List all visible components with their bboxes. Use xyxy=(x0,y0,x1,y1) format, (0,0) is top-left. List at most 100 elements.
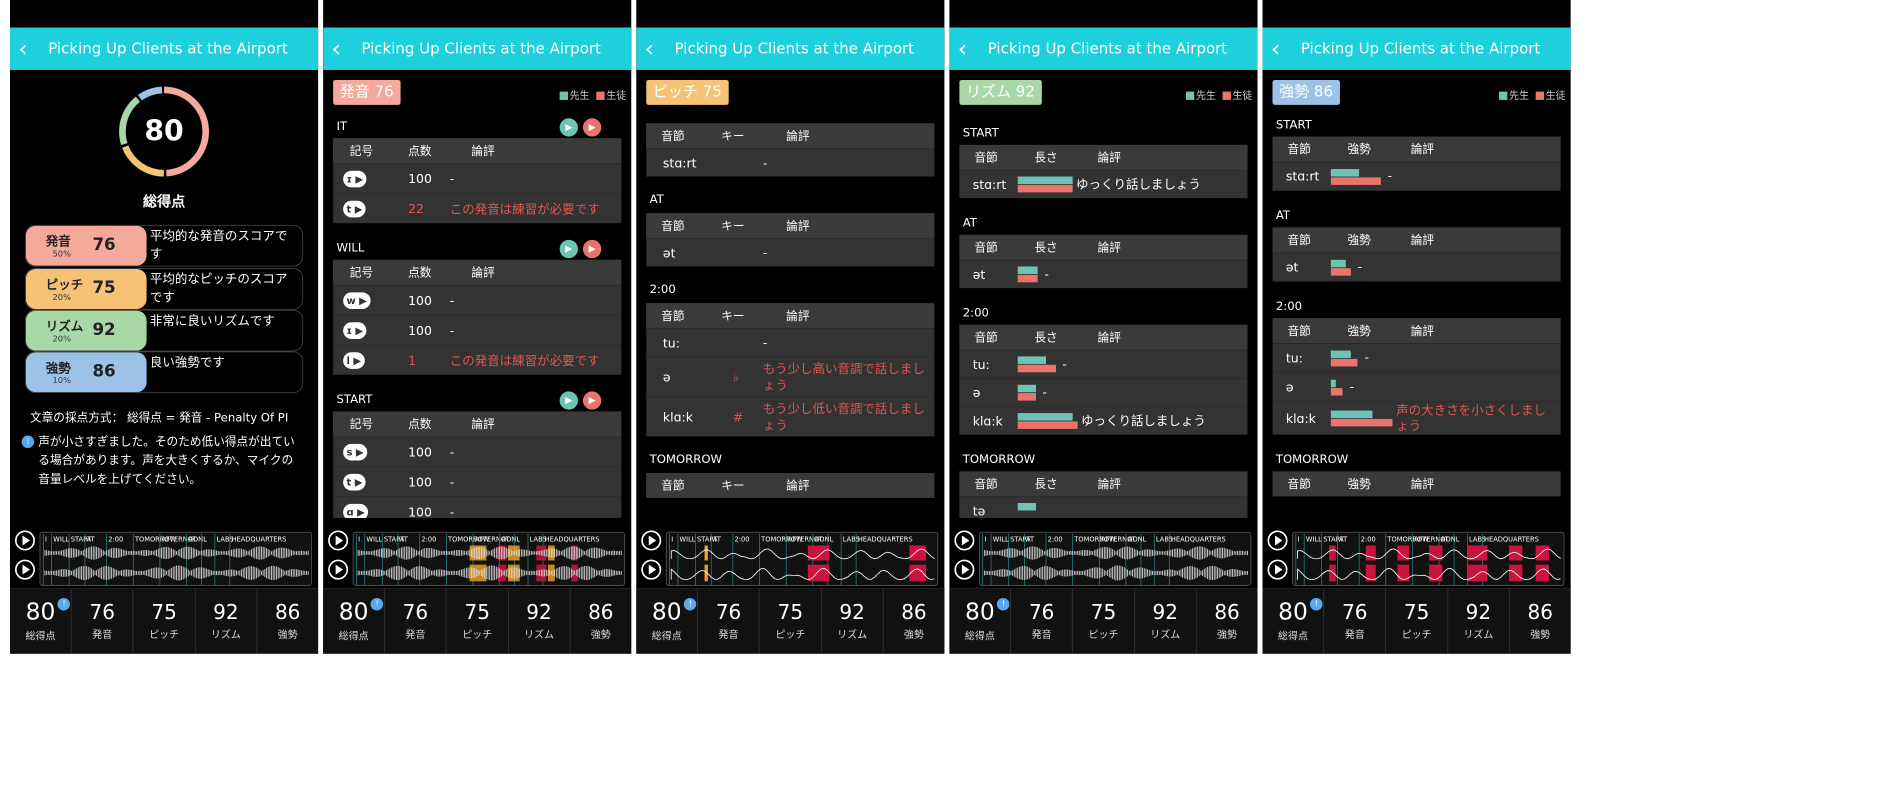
category-comment: 平均的な発音のスコアです xyxy=(149,228,288,262)
tab-value-text: 80 xyxy=(338,598,369,626)
tab-value-text: 86 xyxy=(1214,600,1240,625)
back-icon[interactable]: ‹ xyxy=(18,37,43,60)
legend-student: 生徒 xyxy=(1232,89,1253,102)
back-icon[interactable]: ‹ xyxy=(331,37,356,60)
phoneme-play-button[interactable]: w ▶ xyxy=(343,291,371,309)
wave-word-label: HEADQUARTERS xyxy=(1484,535,1539,543)
summary-content: 80 総得点 発音 50% 76 平均的な発音のスコアです ピッチ 20% 75 平均的なピッチの… xyxy=(10,70,318,518)
waveform-svg: I WILL STARTAT 2:00 TOMORROWAFTERNOONAT L LABS… xyxy=(14,530,312,586)
column-header: 記号 xyxy=(349,266,374,280)
tab-3[interactable]: 92 リズム xyxy=(822,588,884,654)
table-row: klɑ:k # もう少し低い音調で話しましょう xyxy=(646,396,935,436)
tab-1[interactable]: 76 発音 xyxy=(1011,588,1073,654)
tab-value: 80! xyxy=(26,598,71,626)
tab-2[interactable]: 75 ピッチ xyxy=(1386,588,1448,654)
waveform-panel: I WILL START AT 2:00 TOMORROW AFTERNOON AT L LABS… xyxy=(1263,523,1571,588)
tab-0[interactable]: 80! 総得点 xyxy=(323,588,385,654)
wave-word-label: L xyxy=(829,535,833,543)
tab-2[interactable]: 75 ピッチ xyxy=(134,588,196,654)
wave-word-label: WILL xyxy=(366,535,382,543)
column-header: 点数 xyxy=(408,418,432,432)
teacher-play-icon[interactable]: ▶ xyxy=(559,391,578,410)
wave-word-label: WILL xyxy=(993,535,1009,543)
tab-label: リズム xyxy=(524,628,554,641)
pronunciation-content: 発音 76 先生 生徒 IT ▶ ▶ 記号 点数 論評 ɪ ▶ 100- t ▶ 22 この発音は練習が必… xyxy=(323,70,631,519)
tab-0[interactable]: 80! 総得点 xyxy=(1263,588,1325,654)
section-word: 2:00 xyxy=(962,306,989,320)
header-title: Picking Up Clients at the Airport xyxy=(987,39,1228,58)
category-score: 92 xyxy=(92,318,116,339)
student-play-icon[interactable]: ▶ xyxy=(582,118,602,137)
tab-label: ピッチ xyxy=(149,628,180,641)
section-word: START xyxy=(1275,118,1312,132)
teacher-play-icon[interactable]: ▶ xyxy=(559,118,578,137)
tab-4[interactable]: 86 強勢 xyxy=(570,589,631,654)
info-icon[interactable]: ! xyxy=(370,598,384,611)
category-row[interactable]: ピッチ 20% 75 平均的なピッチのスコアです xyxy=(24,268,304,310)
column-header: 音節 xyxy=(1287,478,1311,492)
tab-3[interactable]: 92 リズム xyxy=(195,588,258,654)
tab-1[interactable]: 76 発音 xyxy=(72,588,134,654)
tab-2[interactable]: 75 ピッチ xyxy=(447,588,509,654)
tab-1[interactable]: 76 発音 xyxy=(385,588,447,654)
tab-label: リズム xyxy=(1150,628,1181,641)
tab-0[interactable]: 80! 総得点 xyxy=(10,588,72,654)
tab-2[interactable]: 75 ピッチ xyxy=(760,588,822,654)
tab-4[interactable]: 86 強勢 xyxy=(883,589,944,654)
column-header: 長さ xyxy=(1034,151,1058,165)
waveform-svg: I WILL STARTAT 2:00 TOMORROWAFTERNOONAT L LABS… xyxy=(641,530,939,586)
back-icon[interactable]: ‹ xyxy=(1271,37,1296,60)
phoneme-play-button[interactable]: s ▶ xyxy=(343,443,367,461)
table-row: ɑ ▶ 100 - xyxy=(333,496,622,519)
score-tab-bar: 80! 総得点 76 発音 75 ピッチ 92 リズム 86 強勢 xyxy=(1262,587,1571,654)
phoneme-play-button[interactable]: ɪ ▶ xyxy=(343,170,367,187)
category-row[interactable]: リズム 20% 92 非常に良いリズムです xyxy=(24,309,304,352)
phoneme-play-button[interactable]: ɪ ▶ xyxy=(343,321,367,339)
category-row[interactable]: 強勢 10% 86 良い強勢です xyxy=(24,351,304,394)
phoneme-score: 100 xyxy=(408,444,432,460)
syllable: ət xyxy=(1285,259,1299,275)
phoneme-play-button[interactable]: t ▶ xyxy=(343,200,366,217)
tab-4[interactable]: 86 強勢 xyxy=(1197,589,1258,654)
wave-word-label: L xyxy=(1143,535,1147,543)
teacher-bar xyxy=(1330,410,1373,419)
teacher-play-icon[interactable]: ▶ xyxy=(559,239,578,259)
phoneme-play-button[interactable]: t ▶ xyxy=(343,473,366,491)
category-row[interactable]: 発音 50% 76 平均的な発音のスコアです xyxy=(24,224,304,267)
syllable-table: 音節 強勢 論評 tu: - ə - klɑ:k 声の大きさを小さくしましょう xyxy=(1272,318,1561,435)
tab-4[interactable]: 86 強勢 xyxy=(257,589,318,654)
student-play-icon[interactable]: ▶ xyxy=(582,239,602,259)
info-icon[interactable]: ! xyxy=(997,598,1010,611)
tab-label: 強勢 xyxy=(590,628,611,641)
phoneme-play-button[interactable]: l ▶ xyxy=(343,351,365,369)
tab-3[interactable]: 92 リズム xyxy=(509,588,571,654)
phoneme-play-button[interactable]: ɑ ▶ xyxy=(343,503,369,519)
stress-content: 強勢 86 先生 生徒 START 音節 強勢 論評 stɑ:rt - AT 音節 強勢 論評 ət -2:… xyxy=(1263,70,1571,518)
table-header: 記号 点数 論評 xyxy=(333,259,622,285)
column-header: 音節 xyxy=(1287,324,1311,339)
tab-0[interactable]: 80! 総得点 xyxy=(636,588,699,654)
teacher-play-icon-triangle xyxy=(648,535,657,546)
info-icon[interactable]: ! xyxy=(57,598,71,611)
back-icon[interactable]: ‹ xyxy=(645,37,670,60)
tab-3[interactable]: 92 リズム xyxy=(1135,588,1197,654)
tab-2[interactable]: 75 ピッチ xyxy=(1073,588,1135,654)
table-header: 記号 点数 論評 xyxy=(333,138,622,164)
tab-value: 92 xyxy=(213,601,238,624)
back-icon[interactable]: ‹ xyxy=(958,37,983,60)
info-icon[interactable]: ! xyxy=(684,598,697,611)
info-icon[interactable]: ! xyxy=(1310,598,1323,611)
student-bar xyxy=(1017,184,1073,193)
table-header: 音節 強勢 論評 xyxy=(1272,136,1561,162)
tab-label: 発音 xyxy=(92,628,113,641)
tab-1[interactable]: 76 発音 xyxy=(698,588,760,654)
legend-teacher: 先生 xyxy=(1195,89,1216,102)
table-header: 音節 長さ 論評 xyxy=(959,144,1248,170)
waveform-svg: I WILL STARTAT 2:00 TOMORROWAFTERNOONAT L LABS… xyxy=(328,530,626,586)
tab-3[interactable]: 92 リズム xyxy=(1448,588,1510,654)
column-header: 論評 xyxy=(786,129,810,144)
tab-4[interactable]: 86 強勢 xyxy=(1510,589,1571,654)
tab-0[interactable]: 80! 総得点 xyxy=(949,588,1012,654)
student-play-icon[interactable]: ▶ xyxy=(582,391,602,410)
tab-1[interactable]: 76 発音 xyxy=(1324,588,1387,654)
